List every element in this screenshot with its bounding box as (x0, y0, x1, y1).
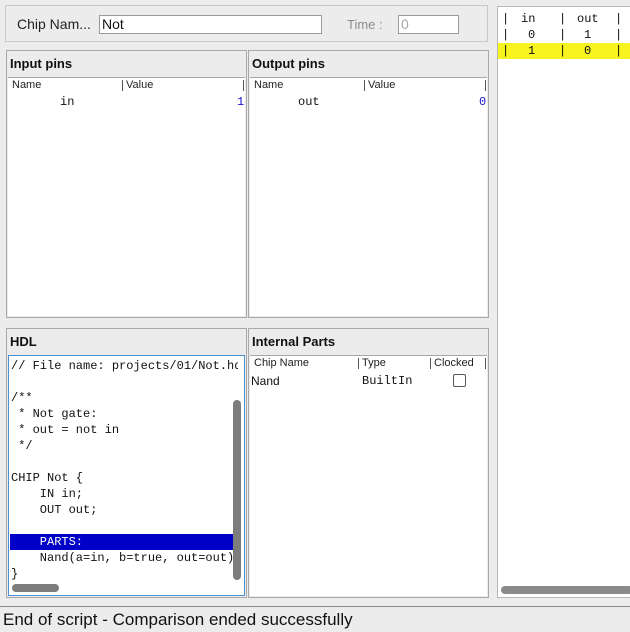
cell-separator: | (559, 44, 567, 58)
horizontal-scrollbar[interactable] (501, 586, 630, 594)
comparison-row-highlighted: | 1 | 0 | (498, 43, 630, 59)
chip-name-field[interactable]: Not (99, 15, 322, 34)
col-type: Type (362, 357, 386, 369)
status-bar: End of script - Comparison ended success… (0, 606, 630, 632)
cell-separator: | (502, 12, 510, 26)
column-divider[interactable] (358, 358, 359, 369)
output-pins-table: Name Value out 0 (250, 77, 487, 316)
chip-toolbar: Chip Nam... Not Time : 0 (5, 5, 488, 42)
comparison-table: | in | out | | 0 | 1 | | 1 | 0 | (497, 6, 630, 598)
hdl-editor[interactable]: // File name: projects/01/Not.hdl /** * … (8, 355, 245, 596)
cell-separator: | (502, 44, 510, 58)
column-divider[interactable] (122, 80, 123, 91)
code-line: /** (11, 391, 33, 405)
input-pins-col-name: Name (12, 79, 42, 91)
comparison-row: | 0 | 1 | (498, 27, 630, 43)
column-divider[interactable] (485, 358, 486, 369)
comparison-header-row: | in | out | (498, 11, 630, 27)
time-field: 0 (398, 15, 459, 34)
selected-code-line: PARTS: (10, 534, 238, 550)
vertical-scrollbar[interactable] (233, 400, 241, 580)
part-chip-name: Nand (251, 374, 280, 388)
column-divider[interactable] (243, 80, 244, 91)
code-line: CHIP Not { (11, 471, 84, 485)
code-line: // File name: projects/01/Not.hdl (11, 359, 238, 373)
hdl-panel: HDL // File name: projects/01/Not.hdl /*… (6, 328, 247, 598)
output-pins-panel: Output pins Name Value out 0 (248, 50, 489, 318)
internal-parts-panel: Internal Parts Chip Name Type Clocked Na… (248, 328, 489, 598)
horizontal-scrollbar[interactable] (12, 584, 59, 592)
status-message: End of script - Comparison ended success… (3, 610, 353, 629)
code-line: IN in; (11, 487, 84, 501)
code-line: * Not gate: (11, 407, 98, 421)
output-pins-title: Output pins (252, 56, 325, 71)
part-type: BuiltIn (362, 374, 413, 388)
comparison-header-cell: out (577, 12, 599, 26)
hdl-code: // File name: projects/01/Not.hdl /** * … (10, 358, 238, 582)
code-line: */ (11, 439, 33, 453)
code-line: } (11, 567, 19, 581)
column-divider[interactable] (364, 80, 365, 91)
cell-separator: | (559, 28, 567, 42)
comparison-cell: 1 (584, 28, 592, 42)
code-line: * out = not in (11, 423, 120, 437)
code-line: OUT out; (11, 503, 98, 517)
cell-separator: | (615, 12, 623, 26)
input-pin-name: in (60, 95, 75, 109)
time-label: Time : (347, 17, 383, 32)
comparison-header-cell: in (521, 12, 536, 26)
output-pins-col-value: Value (368, 79, 396, 91)
column-divider[interactable] (485, 80, 486, 91)
column-divider[interactable] (430, 358, 431, 369)
input-pins-title: Input pins (10, 56, 73, 71)
col-clocked: Clocked (434, 357, 474, 369)
cell-separator: | (559, 12, 567, 26)
code-line: Nand(a=in, b=true, out=out); (11, 551, 238, 565)
output-pin-name: out (298, 95, 320, 109)
input-pins-col-value: Value (126, 79, 154, 91)
clocked-checkbox[interactable] (453, 374, 466, 387)
output-pins-col-name: Name (254, 79, 284, 91)
hdl-title: HDL (10, 334, 37, 349)
chip-name-label: Chip Nam... (17, 16, 91, 32)
internal-parts-title: Internal Parts (252, 334, 336, 349)
comparison-cell: 1 (528, 44, 536, 58)
output-pin-value: 0 (479, 95, 487, 109)
comparison-cell: 0 (584, 44, 592, 58)
input-pins-panel: Input pins Name Value in 1 (6, 50, 247, 318)
col-chip-name: Chip Name (254, 357, 310, 369)
input-pin-value[interactable]: 1 (237, 95, 244, 109)
cell-separator: | (502, 28, 510, 42)
comparison-cell: 0 (528, 28, 536, 42)
input-pins-table: Name Value in 1 (8, 77, 245, 316)
internal-parts-table: Chip Name Type Clocked Nand BuiltIn (250, 355, 487, 596)
cell-separator: | (615, 28, 623, 42)
cell-separator: | (615, 44, 623, 58)
